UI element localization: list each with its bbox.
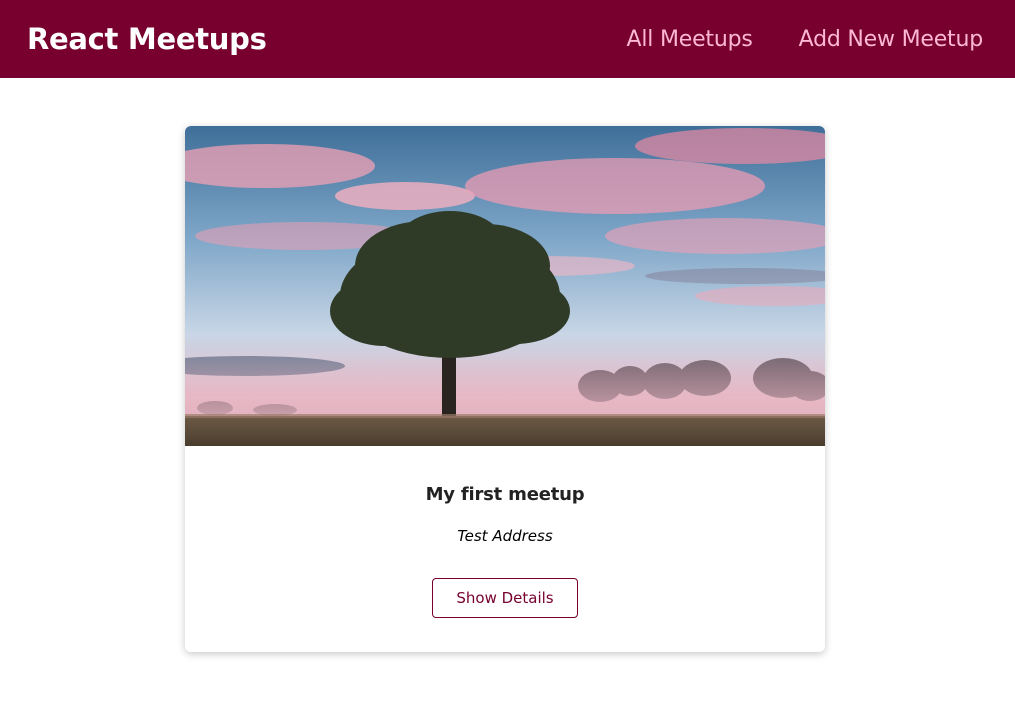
meetup-image xyxy=(185,126,825,446)
nav-link-add-new-meetup[interactable]: Add New Meetup xyxy=(799,27,984,52)
meetup-card-content: My first meetup Test Address xyxy=(185,484,825,545)
meetup-card-actions: Show Details xyxy=(185,578,825,618)
app-logo: React Meetups xyxy=(27,22,267,56)
nav-link-all-meetups[interactable]: All Meetups xyxy=(627,27,753,52)
meetup-card: My first meetup Test Address Show Detail… xyxy=(185,126,825,652)
main-header: React Meetups All Meetups Add New Meetup xyxy=(0,0,1015,78)
meetup-title: My first meetup xyxy=(425,484,585,505)
main-navigation: All Meetups Add New Meetup xyxy=(581,27,984,52)
show-details-button[interactable]: Show Details xyxy=(432,578,578,618)
meetup-address: Test Address xyxy=(457,527,553,545)
